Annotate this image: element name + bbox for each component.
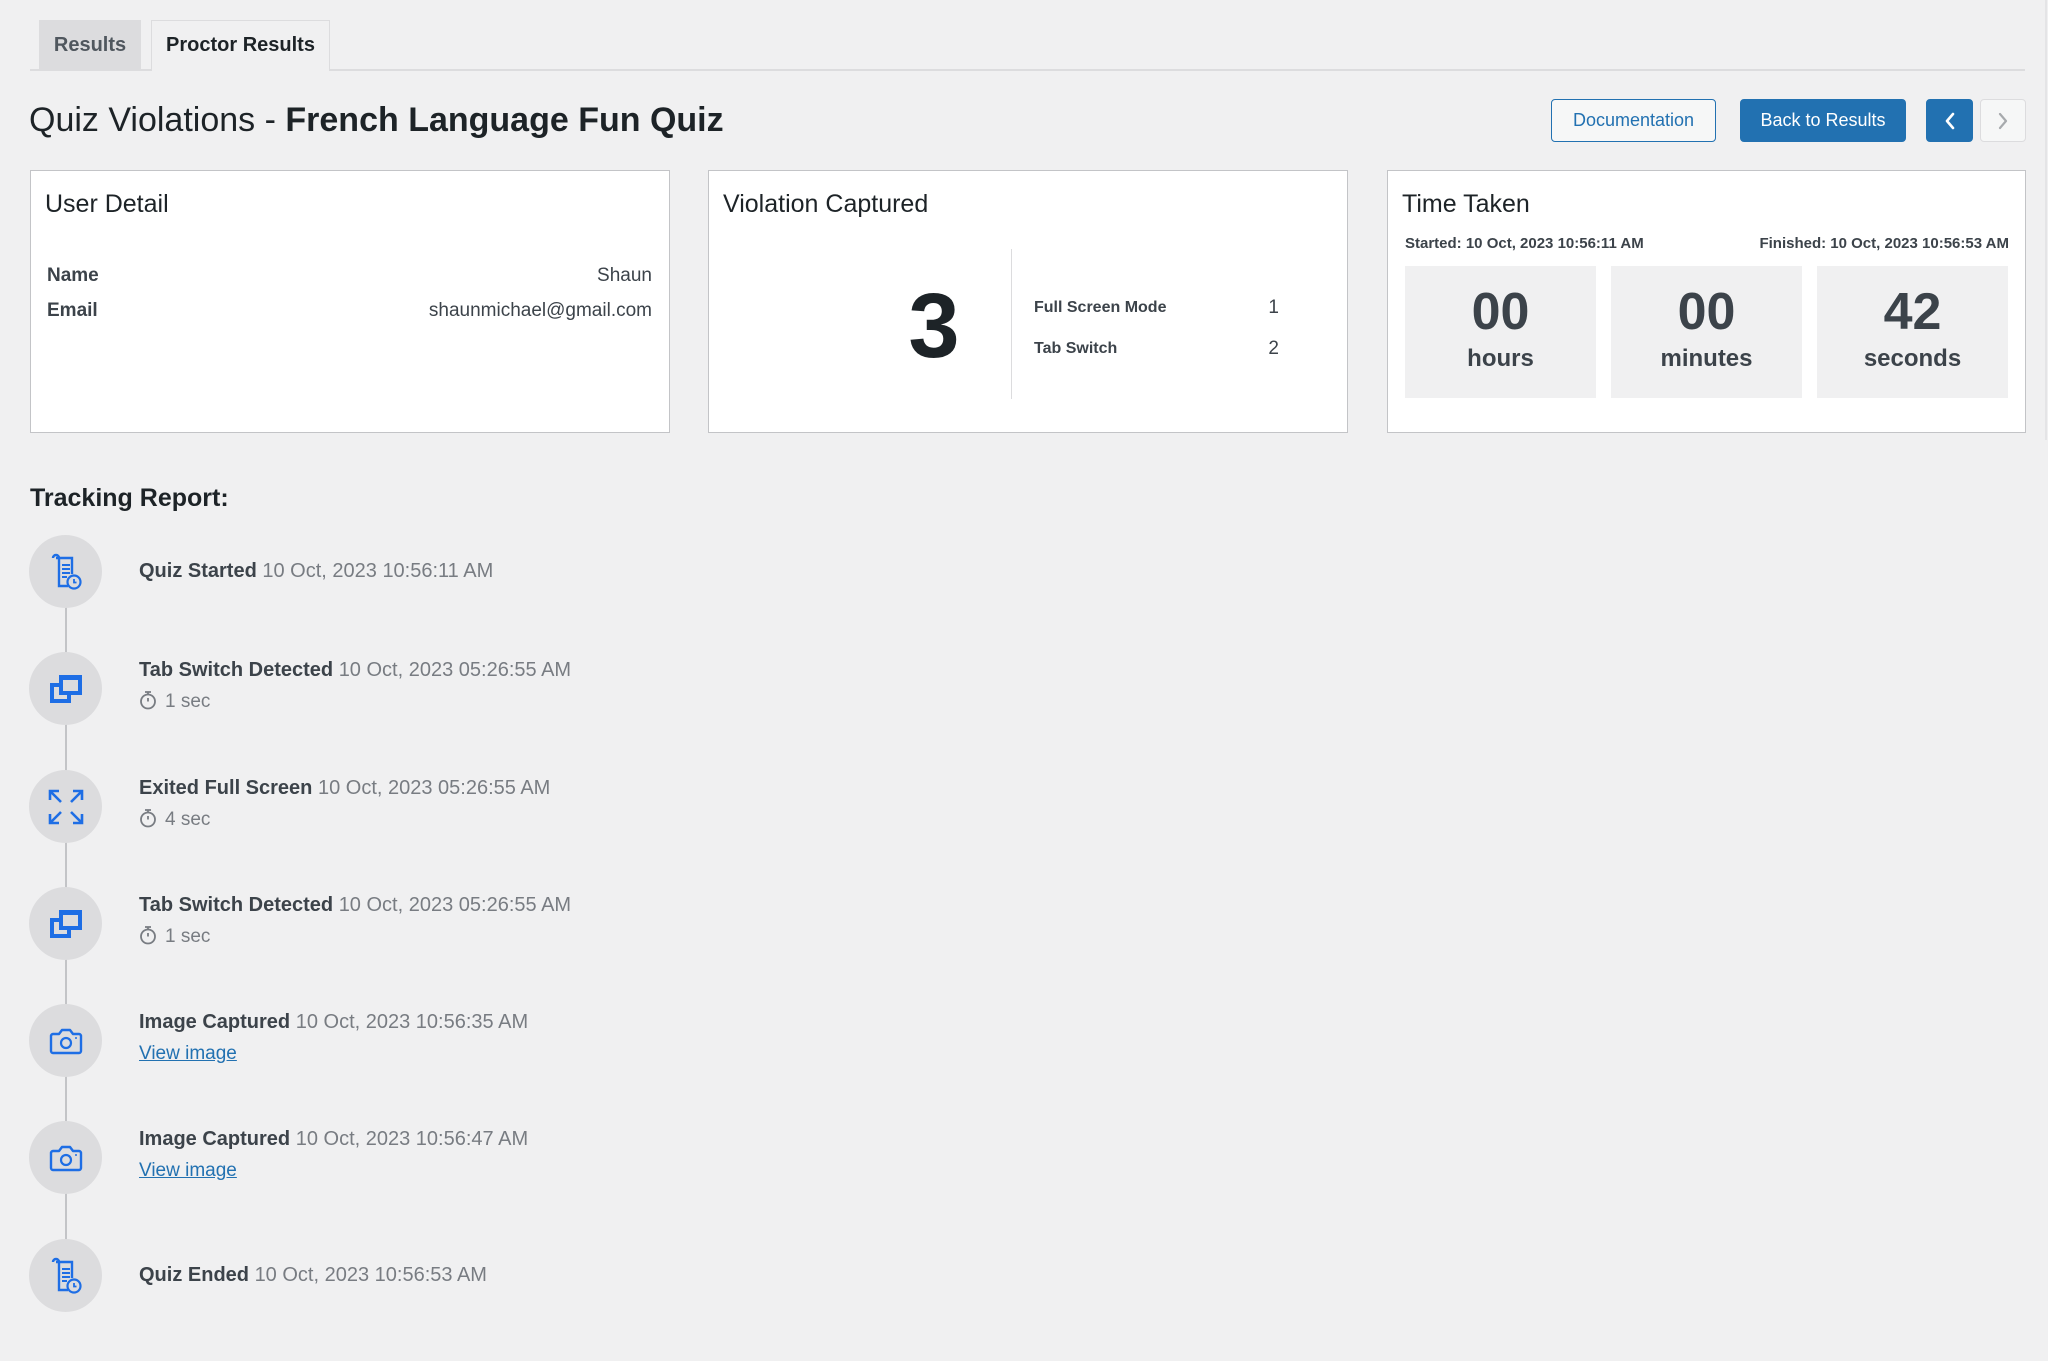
tab-switch-icon xyxy=(49,909,82,938)
email-label: Email xyxy=(47,300,98,321)
timeline-item: Tab Switch Detected 10 Oct, 2023 05:26:5… xyxy=(29,887,929,961)
seconds-value: 42 xyxy=(1883,283,1942,341)
minutes-label: minutes xyxy=(1660,345,1753,372)
user-detail-title: User Detail xyxy=(45,190,169,218)
timeline-item: Image Captured 10 Oct, 2023 10:56:47 AM … xyxy=(29,1121,929,1195)
hours-value: 00 xyxy=(1471,283,1530,341)
tab-results[interactable]: Results xyxy=(39,20,141,69)
violation-divider xyxy=(1011,249,1012,399)
event-time: 10 Oct, 2023 10:56:53 AM xyxy=(254,1264,487,1286)
user-detail-card: User Detail Name Shaun Email shaunmichae… xyxy=(30,170,670,433)
hours-label: hours xyxy=(1467,345,1534,372)
timeline-entry: Tab Switch Detected 10 Oct, 2023 05:26:5… xyxy=(139,891,571,919)
started-timestamp: Started: 10 Oct, 2023 10:56:11 AM xyxy=(1405,235,1644,252)
next-button[interactable] xyxy=(1980,99,2026,142)
quiz-document-clock-icon xyxy=(51,553,82,590)
violation-captured-card: Violation Captured 3 Full Screen Mode 1 … xyxy=(708,170,1348,433)
seconds-label: seconds xyxy=(1863,345,1962,372)
minutes-value: 00 xyxy=(1677,283,1736,341)
view-image-link[interactable]: View image xyxy=(139,1041,237,1067)
page-title: Quiz Violations - French Language Fun Qu… xyxy=(29,96,724,144)
view-image-link[interactable]: View image xyxy=(139,1158,237,1184)
event-name: Quiz Ended xyxy=(139,1264,249,1286)
camera-icon xyxy=(49,1028,82,1054)
timeline-icon-circle xyxy=(29,1239,102,1312)
event-duration: 1 sec xyxy=(139,924,210,950)
name-label: Name xyxy=(47,265,99,286)
violation-label: Tab Switch xyxy=(1034,340,1118,357)
event-time: 10 Oct, 2023 05:26:55 AM xyxy=(317,777,551,799)
event-duration: 1 sec xyxy=(139,689,210,715)
tracking-report-title: Tracking Report: xyxy=(30,484,229,512)
event-name: Tab Switch Detected xyxy=(139,659,334,681)
back-to-results-button[interactable]: Back to Results xyxy=(1740,99,1906,142)
exit-fullscreen-icon xyxy=(48,789,83,824)
timeline-item: Image Captured 10 Oct, 2023 10:56:35 AM … xyxy=(29,1004,929,1078)
documentation-button[interactable]: Documentation xyxy=(1551,99,1716,142)
previous-button[interactable] xyxy=(1926,99,1973,142)
event-name: Image Captured xyxy=(139,1011,291,1033)
page-title-prefix: Quiz Violations - xyxy=(29,101,286,139)
chevron-right-icon xyxy=(1998,112,2008,129)
stopwatch-icon xyxy=(140,926,156,945)
time-taken-card: Time Taken Started: 10 Oct, 2023 10:56:1… xyxy=(1387,170,2026,433)
event-name: Image Captured xyxy=(139,1128,291,1150)
seconds-box: 42 seconds xyxy=(1817,266,2008,398)
violation-captured-title: Violation Captured xyxy=(723,190,929,218)
timeline-entry: Image Captured 10 Oct, 2023 10:56:47 AM xyxy=(139,1125,528,1153)
timeline-icon-circle xyxy=(29,887,102,960)
event-time: 10 Oct, 2023 10:56:47 AM xyxy=(295,1128,529,1150)
timeline-entry: Quiz Started 10 Oct, 2023 10:56:11 AM xyxy=(139,557,493,585)
event-name: Tab Switch Detected xyxy=(139,894,334,916)
stopwatch-icon xyxy=(140,691,156,710)
violation-label: Full Screen Mode xyxy=(1034,299,1167,316)
violation-count: 1 xyxy=(1268,297,1279,318)
timeline-item: Quiz Ended 10 Oct, 2023 10:56:53 AM xyxy=(29,1239,929,1313)
event-time: 10 Oct, 2023 10:56:35 AM xyxy=(295,1011,529,1033)
duration-text: 1 sec xyxy=(165,926,211,947)
timeline-entry: Exited Full Screen 10 Oct, 2023 05:26:55… xyxy=(139,774,550,802)
timeline-icon-circle xyxy=(29,1004,102,1077)
time-taken-title: Time Taken xyxy=(1402,190,1530,218)
hours-box: 00 hours xyxy=(1405,266,1596,398)
timeline-entry: Tab Switch Detected 10 Oct, 2023 05:26:5… xyxy=(139,656,571,684)
tab-switch-icon xyxy=(49,674,82,703)
chevron-left-icon xyxy=(1945,112,1954,129)
event-time: 10 Oct, 2023 05:26:55 AM xyxy=(338,894,572,916)
finished-timestamp: Finished: 10 Oct, 2023 10:56:53 AM xyxy=(1759,235,2009,252)
camera-icon xyxy=(49,1145,82,1171)
violation-total: 3 xyxy=(908,275,960,377)
name-value: Shaun xyxy=(597,265,652,286)
timeline-icon-circle xyxy=(29,652,102,725)
event-time: 10 Oct, 2023 10:56:11 AM xyxy=(262,560,494,582)
timeline-entry: Quiz Ended 10 Oct, 2023 10:56:53 AM xyxy=(139,1261,487,1289)
violation-count: 2 xyxy=(1268,338,1279,359)
timeline-icon-circle xyxy=(29,770,102,843)
scrollbar-track xyxy=(2045,0,2047,440)
duration-text: 4 sec xyxy=(165,809,211,830)
quiz-name: French Language Fun Quiz xyxy=(285,101,724,139)
timeline-icon-circle xyxy=(29,535,102,608)
event-name: Quiz Started xyxy=(139,560,257,582)
event-duration: 4 sec xyxy=(139,807,210,833)
timeline-item: Quiz Started 10 Oct, 2023 10:56:11 AM xyxy=(29,535,929,609)
event-time: 10 Oct, 2023 05:26:55 AM xyxy=(338,659,572,681)
duration-text: 1 sec xyxy=(165,691,211,712)
minutes-box: 00 minutes xyxy=(1611,266,1802,398)
stopwatch-icon xyxy=(140,809,156,828)
timeline-item: Exited Full Screen 10 Oct, 2023 05:26:55… xyxy=(29,770,929,844)
timeline-entry: Image Captured 10 Oct, 2023 10:56:35 AM xyxy=(139,1008,528,1036)
event-name: Exited Full Screen xyxy=(139,777,313,799)
quiz-document-clock-icon xyxy=(51,1257,82,1294)
timeline-icon-circle xyxy=(29,1121,102,1194)
email-value: shaunmichael@gmail.com xyxy=(428,300,652,321)
tab-proctor-results[interactable]: Proctor Results xyxy=(151,20,330,71)
timeline-item: Tab Switch Detected 10 Oct, 2023 05:26:5… xyxy=(29,652,929,726)
